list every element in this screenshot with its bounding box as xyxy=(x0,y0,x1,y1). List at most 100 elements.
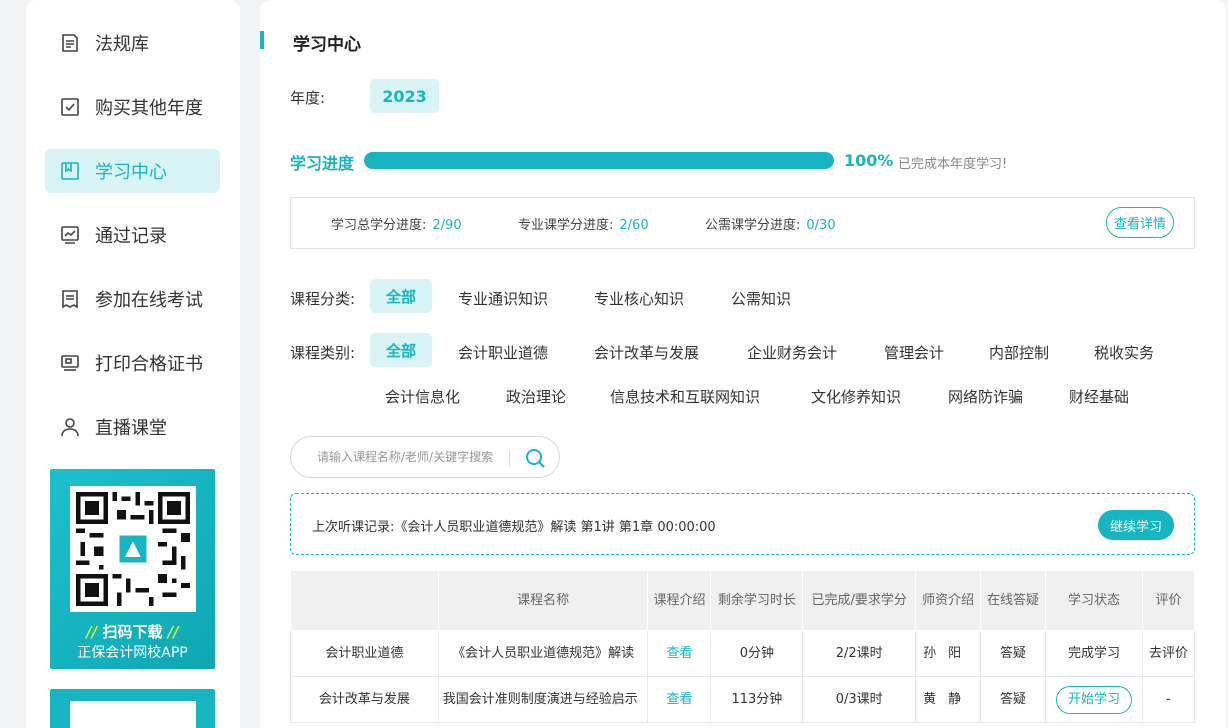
table-row: 会计改革与发展 我国会计准则制度演进与经验启示 查看 113分钟 0/3课时 黄… xyxy=(290,676,1196,723)
promo-title: // 扫码下载 // xyxy=(86,623,179,641)
sidebar-item-label: 购买其他年度 xyxy=(95,98,203,119)
document-icon xyxy=(59,32,81,54)
progress-percent: 100% xyxy=(844,151,894,170)
sidebar-item-learning-center[interactable]: 学习中心 xyxy=(45,149,220,193)
type-all[interactable]: 全部 xyxy=(370,333,432,367)
table-header-row: 课程名称 课程介绍 剩余学习时长 已完成/要求学分 师资介绍 在线答疑 学习状态… xyxy=(290,570,1196,631)
sidebar-item-online-exam[interactable]: 参加在线考试 xyxy=(45,277,220,321)
progress-note: 已完成本年度学习! xyxy=(898,157,1008,172)
column-header: 学习状态 xyxy=(1045,570,1143,631)
qa-link[interactable]: 答疑 xyxy=(980,630,1047,677)
qr-code-secondary xyxy=(70,701,196,728)
type-it-internet[interactable]: 信息技术和互联网知识 xyxy=(610,386,760,407)
main-panel: 学习中心 年度: 2023 学习进度 100% 已完成本年度学习! 学习总学分进… xyxy=(260,0,1226,728)
type-tax-practice[interactable]: 税收实务 xyxy=(1094,342,1154,363)
user-icon xyxy=(59,416,81,438)
course-intro-link[interactable]: 查看 xyxy=(647,630,712,677)
app-download-card-secondary xyxy=(50,689,215,728)
progress-fill xyxy=(364,152,834,169)
course-table: 课程名称 课程介绍 剩余学习时长 已完成/要求学分 师资介绍 在线答疑 学习状态… xyxy=(290,570,1196,723)
page-title: 学习中心 xyxy=(293,35,361,55)
sidebar-item-label: 打印合格证书 xyxy=(95,354,203,375)
progress-label: 学习进度 xyxy=(290,154,355,173)
sidebar: 法规库 购买其他年度 学习中心 通过记录 参加在线考试 打印合格证书 直播课堂 … xyxy=(26,0,240,728)
view-details-button[interactable]: 查看详情 xyxy=(1106,207,1174,238)
search-box xyxy=(290,436,560,478)
category-all[interactable]: 全部 xyxy=(370,279,432,313)
type-anti-fraud[interactable]: 网络防诈骗 xyxy=(948,386,1023,407)
credit-public: 公需课学分进度: 0/30 xyxy=(705,218,836,233)
search-icon[interactable] xyxy=(524,447,546,469)
year-label: 年度: xyxy=(290,89,326,107)
course-name: 我国会计准则制度演进与经验启示 xyxy=(438,676,649,723)
title-accent-bar xyxy=(260,31,264,49)
promo-subtitle: 正保会计网校APP xyxy=(77,645,188,661)
credit-progress: 2/2课时 xyxy=(802,630,917,677)
certificate-monitor-icon xyxy=(59,352,81,374)
study-status: 完成学习 xyxy=(1045,630,1143,677)
qa-link[interactable]: 答疑 xyxy=(980,676,1047,723)
search-input[interactable] xyxy=(317,447,502,467)
sidebar-item-label: 直播课堂 xyxy=(95,418,167,439)
start-learning-button[interactable]: 开始学习 xyxy=(1056,685,1132,714)
type-professional-ethics[interactable]: 会计职业道德 xyxy=(458,342,548,363)
table-row: 会计职业道德 《会计人员职业道德规范》解读 查看 0分钟 2/2课时 孙阳 答疑… xyxy=(290,630,1196,677)
type-finance-basics[interactable]: 财经基础 xyxy=(1069,386,1129,407)
course-category: 会计改革与发展 xyxy=(290,676,439,723)
sidebar-item-label: 法规库 xyxy=(95,34,149,55)
credit-summary: 学习总学分进度: 2/90 专业课学分进度: 2/60 公需课学分进度: 0/30 查… xyxy=(290,197,1195,249)
type-enterprise-accounting[interactable]: 企业财务会计 xyxy=(747,342,837,363)
category-public-knowledge[interactable]: 公需知识 xyxy=(731,288,791,309)
year-selector[interactable]: 2023 xyxy=(370,79,439,113)
sidebar-item-label: 参加在线考试 xyxy=(95,290,203,311)
sidebar-item-pass-records[interactable]: 通过记录 xyxy=(45,213,220,257)
bookmark-icon xyxy=(59,160,81,182)
course-name: 《会计人员职业道德规范》解读 xyxy=(438,630,649,677)
column-header xyxy=(290,570,439,631)
credit-professional: 专业课学分进度: 2/60 xyxy=(518,218,649,233)
category-core-knowledge[interactable]: 专业核心知识 xyxy=(594,288,684,309)
qr-code xyxy=(70,486,196,612)
column-header: 课程介绍 xyxy=(647,570,712,631)
category-label: 课程分类: xyxy=(290,290,356,308)
column-header: 剩余学习时长 xyxy=(710,570,804,631)
progress-bar xyxy=(364,152,834,169)
credit-progress: 0/3课时 xyxy=(802,676,917,723)
last-study-record: 上次听课记录:《会计人员职业道德规范》解读 第1讲 第1章 00:00:00 继… xyxy=(290,493,1195,555)
exam-icon xyxy=(59,288,81,310)
continue-learning-button[interactable]: 继续学习 xyxy=(1098,510,1174,540)
study-status-cell: 开始学习 xyxy=(1045,676,1143,723)
type-accounting-informatization[interactable]: 会计信息化 xyxy=(385,386,460,407)
rating-value: - xyxy=(1142,676,1196,723)
teacher-link[interactable]: 孙阳 xyxy=(915,630,982,677)
course-intro-link[interactable]: 查看 xyxy=(647,676,712,723)
type-political-theory[interactable]: 政治理论 xyxy=(506,386,566,407)
rate-link[interactable]: 去评价 xyxy=(1142,630,1196,677)
credit-total: 学习总学分进度: 2/90 xyxy=(331,218,462,233)
checklist-icon xyxy=(59,96,81,118)
type-cultural-knowledge[interactable]: 文化修养知识 xyxy=(811,386,901,407)
category-general-knowledge[interactable]: 专业通识知识 xyxy=(458,288,548,309)
type-internal-control[interactable]: 内部控制 xyxy=(989,342,1049,363)
column-header: 已完成/要求学分 xyxy=(802,570,917,631)
course-category: 会计职业道德 xyxy=(290,630,439,677)
teacher-link[interactable]: 黄静 xyxy=(915,676,982,723)
last-study-text: 上次听课记录:《会计人员职业道德规范》解读 第1讲 第1章 00:00:00 xyxy=(312,520,716,535)
sidebar-item-regulations[interactable]: 法规库 xyxy=(45,21,220,65)
sidebar-item-label: 学习中心 xyxy=(95,162,167,183)
sidebar-item-print-certificate[interactable]: 打印合格证书 xyxy=(45,341,220,385)
sidebar-item-buy-other-years[interactable]: 购买其他年度 xyxy=(45,85,220,129)
sidebar-item-label: 通过记录 xyxy=(95,226,167,247)
type-label: 课程类别: xyxy=(290,344,356,362)
type-management-accounting[interactable]: 管理会计 xyxy=(884,342,944,363)
column-header: 课程名称 xyxy=(437,570,649,631)
column-header: 师资介绍 xyxy=(915,570,982,631)
remaining-time: 113分钟 xyxy=(710,676,804,723)
sidebar-item-live-class[interactable]: 直播课堂 xyxy=(45,405,220,449)
chart-monitor-icon xyxy=(59,224,81,246)
remaining-time: 0分钟 xyxy=(710,630,804,677)
app-download-card: // 扫码下载 // 正保会计网校APP xyxy=(50,469,215,669)
search-divider xyxy=(509,449,510,467)
type-reform-development[interactable]: 会计改革与发展 xyxy=(594,342,699,363)
column-header: 评价 xyxy=(1141,570,1196,631)
